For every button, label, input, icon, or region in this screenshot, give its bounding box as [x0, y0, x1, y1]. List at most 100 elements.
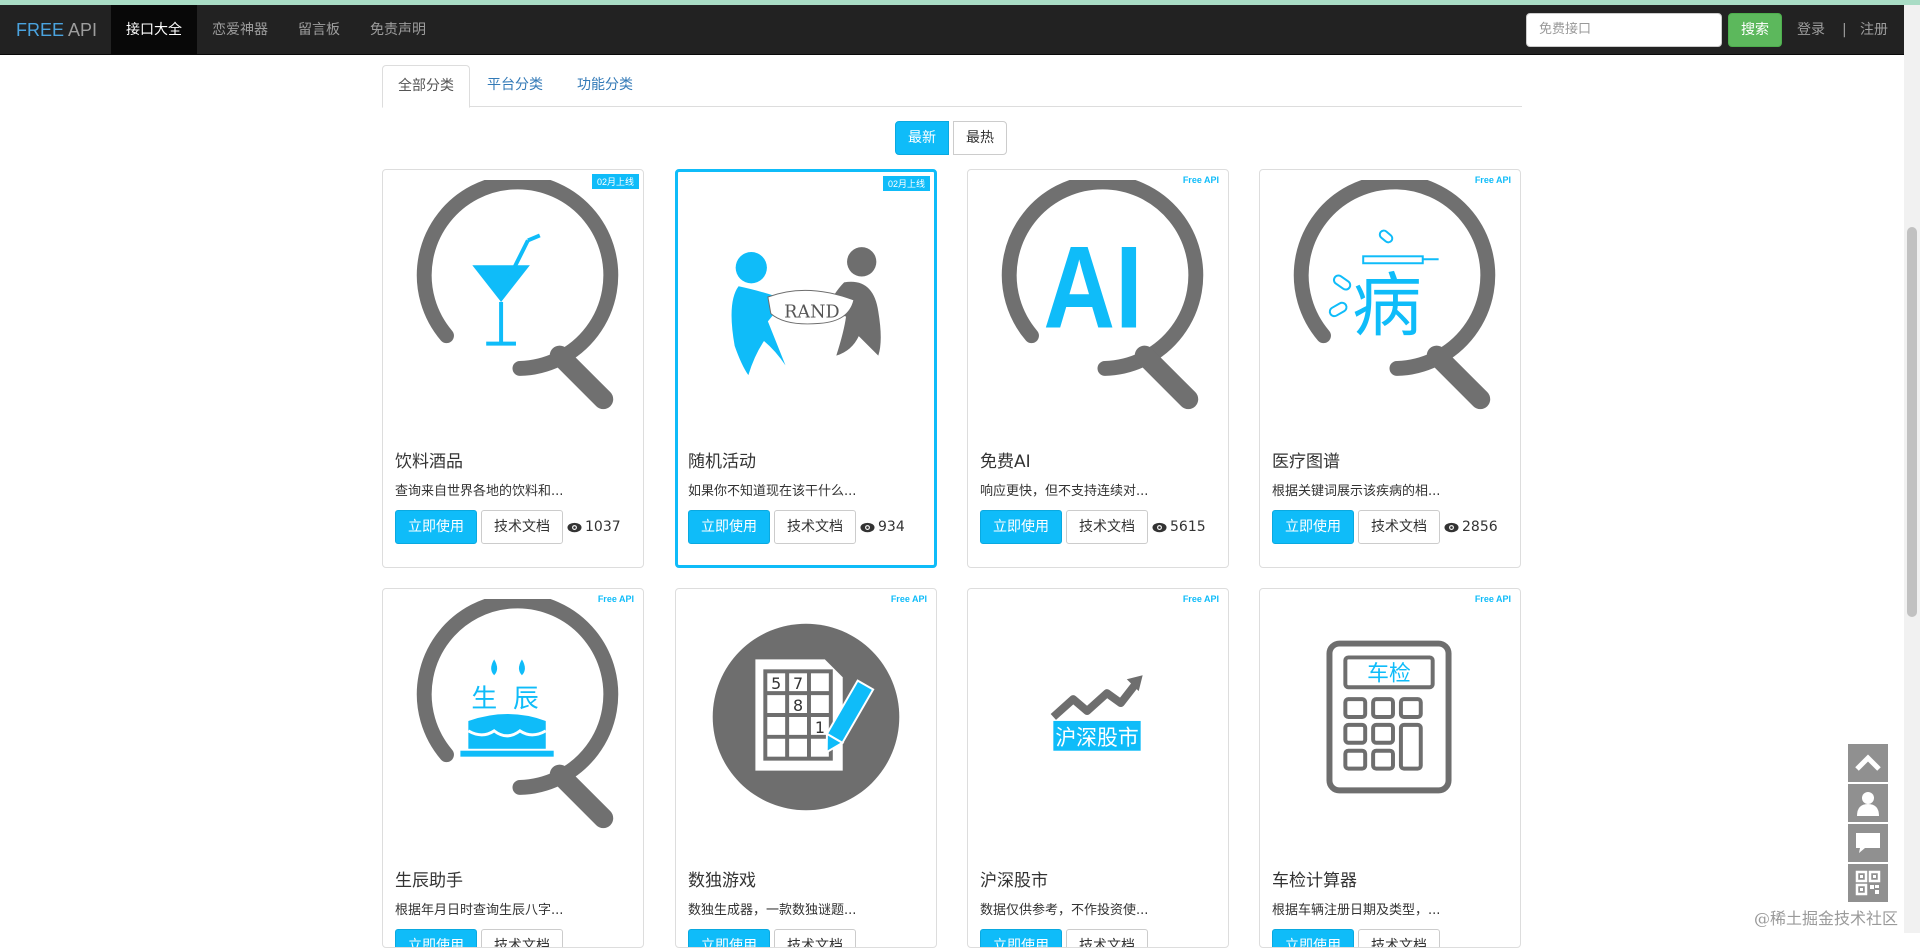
api-card[interactable]: Free API 5 7 8 1 数独游戏 数独生成器，一款数独谜题... 立即… [675, 588, 937, 948]
view-count: 2856 [1444, 510, 1498, 544]
tech-doc-button[interactable]: 技术文档 [1358, 510, 1440, 544]
disease-label: 病 [1352, 267, 1421, 347]
view-count: 934 [860, 510, 905, 544]
sudoku-digit: 1 [815, 718, 825, 737]
brand-free: FREE [16, 20, 65, 40]
stock-label: 沪深股市 [1055, 726, 1138, 751]
card-title[interactable]: 随机活动 [688, 447, 756, 472]
card-title[interactable]: 生辰助手 [395, 866, 463, 891]
card-description: 响应更快，但不支持连续对... [980, 484, 1149, 499]
card-description: 查询来自世界各地的饮料和... [395, 484, 564, 499]
sudoku-digit: 5 [771, 674, 781, 693]
tech-doc-button[interactable]: 技术文档 [481, 929, 563, 947]
login-link[interactable]: 登录 [1797, 5, 1825, 55]
api-card[interactable]: Free API 病 医疗图谱 根据关键词展示该疾病的相... 立即使用 技术文… [1259, 169, 1521, 568]
qrcode-icon [1855, 870, 1881, 896]
sudoku-digit: 7 [793, 674, 803, 693]
sort-newest-button[interactable]: 最新 [895, 121, 949, 155]
card-title[interactable]: 医疗图谱 [1272, 447, 1340, 472]
use-now-button[interactable]: 立即使用 [980, 510, 1062, 544]
use-now-button[interactable]: 立即使用 [395, 510, 477, 544]
card-description: 根据关键词展示该疾病的相... [1272, 484, 1441, 499]
comment-button[interactable] [1848, 824, 1888, 862]
comment-icon [1856, 833, 1880, 853]
use-now-button[interactable]: 立即使用 [980, 929, 1062, 947]
qrcode-button[interactable] [1848, 864, 1888, 902]
view-count-value: 1037 [585, 519, 621, 535]
eye-icon [1152, 522, 1167, 532]
search-button[interactable]: 搜索 [1728, 13, 1782, 47]
card-title[interactable]: 数独游戏 [688, 866, 756, 891]
sudoku-icon: 5 7 8 1 [712, 623, 900, 811]
sheng-label: 生 [471, 684, 497, 714]
user-icon [1857, 792, 1879, 816]
tech-doc-button[interactable]: 技术文档 [1066, 510, 1148, 544]
brand-logo[interactable]: FREE API [16, 5, 97, 55]
use-now-button[interactable]: 立即使用 [1272, 929, 1354, 947]
card-title[interactable]: 免费AI [980, 447, 1031, 472]
tech-doc-button[interactable]: 技术文档 [1066, 929, 1148, 947]
use-now-button[interactable]: 立即使用 [688, 510, 770, 544]
navbar: FREE API 接口大全 恋爱神器 留言板 免责声明 免费接口 搜索 登录 |… [0, 5, 1904, 55]
api-card[interactable]: Free API 车检 车检计算器 根据车辆注册日期及类型，... 立即使用 技… [1259, 588, 1521, 948]
card-description: 如果你不知道现在该干什么... [688, 484, 857, 499]
tech-doc-button[interactable]: 技术文档 [481, 510, 563, 544]
page-scrollbar[interactable] [1904, 5, 1920, 933]
use-now-button[interactable]: 立即使用 [1272, 510, 1354, 544]
api-card-highlighted[interactable]: 02月上线 RAND 随机活动 如果你不知道现在该干什么... 立即使用 技术文… [675, 169, 937, 568]
tech-doc-button[interactable]: 技术文档 [1358, 929, 1440, 947]
birthday-cake-search-icon: 生 辰 [416, 599, 619, 829]
view-count-value: 2856 [1462, 519, 1498, 535]
api-card[interactable]: Free API 沪深股市 沪深股市 数据仅供参考，不作投资使... 立即使用 … [967, 588, 1229, 948]
view-count: 1037 [567, 510, 621, 544]
back-to-top-button[interactable] [1848, 744, 1888, 782]
ai-label: AI [1043, 222, 1142, 353]
eye-icon [567, 522, 582, 532]
category-tabs: 全部分类 平台分类 功能分类 [382, 65, 1522, 108]
disease-search-icon: 病 [1293, 180, 1496, 410]
random-people-icon: RAND [731, 247, 881, 376]
card-description: 根据车辆注册日期及类型，... [1272, 903, 1441, 918]
card-title[interactable]: 车检计算器 [1272, 866, 1357, 891]
eye-icon [1444, 522, 1459, 532]
watermark: @稀土掘金技术社区 [1754, 909, 1899, 928]
nav-item-love-tool[interactable]: 恋爱神器 [197, 5, 283, 55]
eye-icon [860, 522, 875, 532]
api-card[interactable]: 02月上线 饮料酒品 查询来自世界各地的饮料和... 立即使用 技术文档 103… [382, 169, 644, 568]
nav-separator: | [1842, 22, 1847, 38]
ai-search-icon: AI [1001, 180, 1204, 410]
card-description: 根据年月日时查询生辰八字... [395, 903, 564, 918]
tab-platform-categories[interactable]: 平台分类 [472, 65, 558, 107]
tech-doc-button[interactable]: 技术文档 [774, 510, 856, 544]
car-check-label: 车检 [1367, 661, 1411, 686]
nav-item-message-board[interactable]: 留言板 [283, 5, 355, 55]
register-link[interactable]: 注册 [1860, 5, 1888, 55]
nav-item-api-list[interactable]: 接口大全 [111, 5, 197, 55]
back-to-top-icon [1855, 754, 1881, 771]
user-button[interactable] [1848, 784, 1888, 822]
brand-api: API [68, 20, 98, 40]
api-card[interactable]: Free API AI 免费AI 响应更快，但不支持连续对... 立即使用 技术… [967, 169, 1229, 568]
tech-doc-button[interactable]: 技术文档 [774, 929, 856, 947]
rand-label: RAND [784, 303, 839, 323]
card-description: 数独生成器，一款数独谜题... [688, 903, 857, 918]
card-title[interactable]: 饮料酒品 [395, 447, 463, 472]
nav-item-disclaimer[interactable]: 免责声明 [355, 5, 441, 55]
calculator-icon: 车检 [1326, 640, 1452, 794]
view-count-value: 934 [878, 519, 905, 535]
scrollbar-thumb[interactable] [1907, 227, 1917, 617]
chen-label: 辰 [513, 684, 539, 714]
card-description: 数据仅供参考，不作投资使... [980, 903, 1149, 918]
stock-chart-icon: 沪深股市 [1050, 675, 1143, 751]
view-count-value: 5615 [1170, 519, 1206, 535]
sort-hottest-button[interactable]: 最热 [953, 121, 1007, 155]
tab-all-categories[interactable]: 全部分类 [382, 65, 470, 108]
tab-function-categories[interactable]: 功能分类 [562, 65, 648, 107]
cocktail-search-icon [416, 180, 619, 410]
api-card[interactable]: Free API 生 辰 生辰助手 根据年月日时查询生辰八字... 立即使用 技… [382, 588, 644, 948]
floating-toolbar [1848, 744, 1888, 904]
use-now-button[interactable]: 立即使用 [395, 929, 477, 947]
search-input[interactable]: 免费接口 [1526, 13, 1722, 47]
use-now-button[interactable]: 立即使用 [688, 929, 770, 947]
card-title[interactable]: 沪深股市 [980, 866, 1048, 891]
